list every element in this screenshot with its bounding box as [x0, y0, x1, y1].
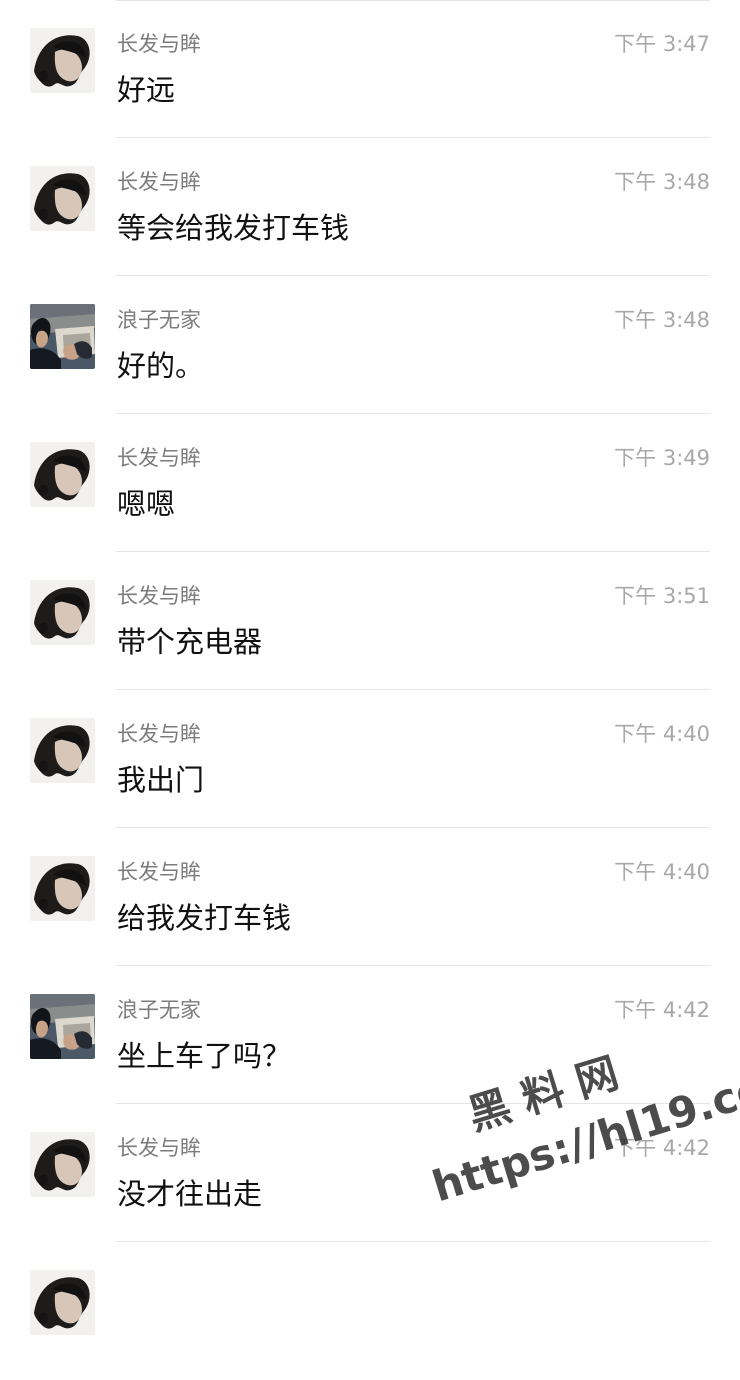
sender-name: 长发与眸 — [117, 446, 201, 470]
man-in-car-avatar[interactable] — [30, 304, 95, 369]
long-hair-avatar[interactable] — [30, 28, 95, 93]
man-in-car-avatar[interactable] — [30, 994, 95, 1059]
message-text: 给我发打车钱 — [117, 901, 292, 935]
sender-name: 长发与眸 — [117, 1136, 201, 1160]
message-time: 下午 4:42 — [614, 998, 710, 1022]
chat-record-item[interactable]: 长发与眸 下午 4:40 我出门 — [0, 690, 740, 828]
message-time: 下午 3:49 — [614, 446, 710, 470]
sender-name: 长发与眸 — [117, 860, 201, 884]
long-hair-avatar[interactable] — [30, 442, 95, 507]
chat-record-item[interactable]: 浪子无家 下午 4:42 坐上车了吗？ — [0, 966, 740, 1104]
message-text: 等会给我发打车钱 — [117, 211, 350, 245]
sender-name: 长发与眸 — [117, 722, 201, 746]
partially-visible-chat-record-item[interactable] — [0, 1242, 740, 1380]
sender-name: 长发与眸 — [117, 584, 201, 608]
message-text: 带个充电器 — [117, 625, 263, 659]
chat-record-item[interactable]: 长发与眸 下午 4:42 没才往出走 — [0, 1104, 740, 1242]
long-hair-avatar[interactable] — [30, 580, 95, 645]
message-text: 嗯嗯 — [117, 487, 176, 521]
message-text: 好远 — [117, 73, 176, 107]
chat-record-item[interactable]: 长发与眸 下午 3:49 嗯嗯 — [0, 414, 740, 552]
long-hair-avatar[interactable] — [30, 166, 95, 231]
chat-record-item[interactable]: 长发与眸 下午 4:40 给我发打车钱 — [0, 828, 740, 966]
sender-name: 浪子无家 — [117, 308, 201, 332]
chat-record-item[interactable]: 长发与眸 下午 3:47 好远 — [0, 0, 740, 138]
sender-name: 浪子无家 — [117, 998, 201, 1022]
message-text: 没才往出走 — [117, 1177, 263, 1211]
message-text: 坐上车了吗？ — [117, 1039, 292, 1073]
long-hair-avatar[interactable] — [30, 718, 95, 783]
message-time: 下午 3:48 — [614, 170, 710, 194]
long-hair-avatar[interactable] — [30, 856, 95, 921]
chat-record-item[interactable]: 长发与眸 下午 3:51 带个充电器 — [0, 552, 740, 690]
message-time: 下午 4:40 — [614, 860, 710, 884]
message-time: 下午 4:40 — [614, 722, 710, 746]
message-time: 下午 3:51 — [614, 584, 710, 608]
message-time: 下午 4:42 — [614, 1136, 710, 1160]
chat-record-item[interactable]: 长发与眸 下午 3:48 等会给我发打车钱 — [0, 138, 740, 276]
message-time: 下午 3:47 — [614, 32, 710, 56]
message-time: 下午 3:48 — [614, 308, 710, 332]
chat-record-list[interactable]: 长发与眸 下午 3:47 好远 长发与眸 下午 3:48 等会给我发打车钱 浪子… — [0, 0, 740, 1335]
chat-record-item[interactable]: 浪子无家 下午 3:48 好的。 — [0, 276, 740, 414]
message-text: 我出门 — [117, 763, 205, 797]
sender-name: 长发与眸 — [117, 32, 201, 56]
sender-name: 长发与眸 — [117, 170, 201, 194]
long-hair-avatar[interactable] — [30, 1132, 95, 1197]
message-text: 好的。 — [117, 349, 205, 383]
